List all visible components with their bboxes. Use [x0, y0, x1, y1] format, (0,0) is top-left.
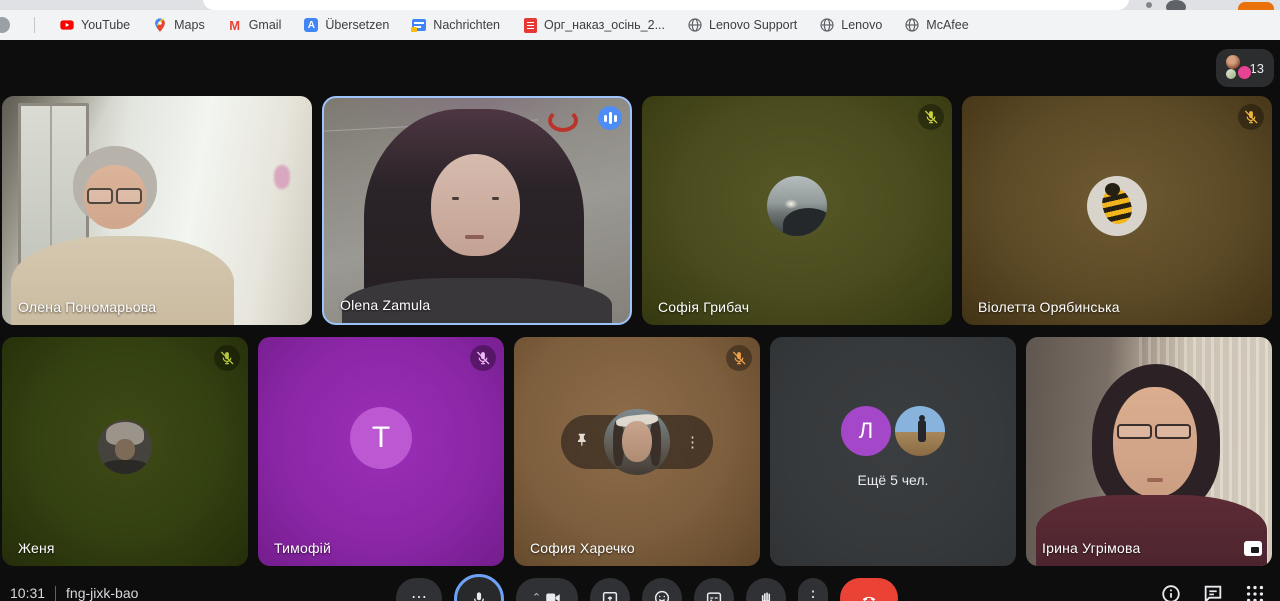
tile-more-options-button[interactable]: ⋮ [685, 435, 700, 450]
participant-name: Olena Zamula [340, 297, 431, 313]
meeting-info: 10:31 fng-jixk-bao [10, 585, 138, 601]
reactions-button[interactable] [642, 578, 682, 601]
browser-toolbar [0, 0, 1280, 16]
globe-icon [904, 17, 920, 33]
participant-figure [431, 154, 520, 256]
bookmark-lenovo-support[interactable]: Lenovo Support [687, 17, 797, 33]
youtube-icon [59, 17, 75, 33]
present-screen-button[interactable] [590, 578, 630, 601]
camera-icon [546, 593, 560, 601]
meeting-code: fng-jixk-bao [66, 585, 139, 601]
participants-badge[interactable]: 13 [1216, 49, 1274, 87]
bookmark-label: Орг_наказ_осінь_2... [544, 18, 665, 32]
captions-button[interactable] [694, 578, 734, 601]
participants-avatar-cluster [1224, 55, 1252, 81]
bookmark-label: McAfee [926, 18, 969, 32]
participant-name: Софія Грибач [658, 299, 750, 315]
bookmark-label: YouTube [81, 18, 131, 32]
participant-name: Женя [18, 540, 55, 556]
participant-name: Тимофій [274, 540, 332, 556]
audio-options-button[interactable]: ⋯ [396, 578, 442, 601]
meet-stage: 13 Олена Пономарьова Olena Zamula Софія … [0, 40, 1280, 601]
mic-muted-icon [214, 345, 240, 371]
bookmark-star-icon[interactable] [1146, 2, 1152, 8]
tile-background [274, 164, 291, 189]
chat-button[interactable] [1202, 583, 1224, 601]
participant-name: Ірина Угрімова [1042, 540, 1141, 556]
overflow-tile-more-participants[interactable]: Л Ещё 5 чел. [770, 337, 1016, 566]
mic-button[interactable] [454, 574, 504, 601]
apps-grid-icon[interactable] [1244, 583, 1266, 601]
raise-hand-button[interactable] [746, 578, 786, 601]
participant-figure [1113, 387, 1197, 498]
bookmark-pdf-document[interactable]: Орг_наказ_осінь_2... [522, 17, 665, 33]
pdf-icon [522, 17, 538, 33]
audio-level-icon [598, 106, 622, 130]
mic-muted-icon [726, 345, 752, 371]
news-icon [411, 17, 427, 33]
avatar [1087, 175, 1147, 236]
video-tile-olena-zamula-speaking[interactable]: Olena Zamula [322, 96, 632, 325]
panel-buttons [1160, 583, 1266, 601]
address-bar[interactable] [203, 0, 1129, 10]
avatar-letter: Л [841, 405, 891, 456]
bookmark-label: Lenovo Support [709, 18, 798, 32]
tile-row-2: Женя Т Тимофій ⋮ София Харечко Л Ещё 5 ч… [2, 337, 1272, 566]
bookmark-maps[interactable]: Maps [152, 17, 205, 33]
maps-icon [152, 17, 168, 33]
bookmark-gmail[interactable]: M Gmail [227, 17, 282, 33]
avatar [604, 409, 670, 476]
participant-name: София Харечко [530, 540, 635, 556]
bookmark-youtube[interactable]: YouTube [59, 17, 130, 33]
globe-icon [819, 17, 835, 33]
more-options-button[interactable]: ⋮ [798, 578, 828, 601]
avatar-letter: Т [350, 406, 412, 469]
bookmark-label: Nachrichten [433, 18, 500, 32]
leave-call-button[interactable] [840, 578, 898, 601]
bookmark-label: Gmail [248, 18, 282, 32]
bookmark-label: Maps [174, 18, 205, 32]
overflow-count-label: Ещё 5 чел. [857, 472, 929, 489]
bookmark-label: Lenovo [841, 18, 883, 32]
participant-figure [1117, 424, 1191, 440]
avatar [767, 175, 827, 236]
gmail-icon: M [229, 17, 241, 33]
bookmark-label: Übersetzen [325, 18, 390, 32]
avatar [895, 405, 945, 456]
cutoff-favicon[interactable] [0, 17, 10, 33]
bookmark-translate[interactable]: A Übersetzen [303, 17, 389, 33]
globe-icon [687, 17, 703, 33]
participant-figure [87, 187, 142, 204]
video-tile-iryna-uhrimova[interactable]: Ірина Угрімова [1026, 337, 1272, 566]
camera-button[interactable]: ⌃ [516, 578, 578, 601]
tile-row-1: Олена Пономарьова Olena Zamula Софія Гри… [2, 96, 1272, 325]
mic-muted-icon [470, 345, 496, 371]
divider [55, 585, 57, 601]
participant-name: Віолетта Орябинська [978, 299, 1120, 315]
bookmarks-separator [34, 17, 35, 33]
chevron-up-icon[interactable]: ⌃ [532, 591, 541, 601]
avatar-tile-sofiia-hrybach[interactable]: Софія Грибач [642, 96, 952, 325]
avatar [98, 419, 152, 474]
pin-tile-button[interactable] [574, 431, 591, 453]
overflow-avatar-cluster: Л [841, 405, 945, 456]
bookmark-news[interactable]: Nachrichten [411, 17, 500, 33]
avatar-tile-violetta-oriabynska[interactable]: Віолетта Орябинська [962, 96, 1272, 325]
translate-icon: A [303, 17, 319, 33]
bookmarks-bar: YouTube Maps M Gmail A Übersetzen Nachri… [0, 10, 1280, 40]
bookmark-lenovo[interactable]: Lenovo [819, 17, 882, 33]
picture-in-picture-icon[interactable] [1244, 541, 1262, 556]
meeting-details-button[interactable] [1160, 583, 1182, 601]
avatar-tile-tymofii[interactable]: Т Тимофій [258, 337, 504, 566]
mic-muted-icon [1238, 104, 1264, 130]
video-tile-olena-ponomarova[interactable]: Олена Пономарьова [2, 96, 312, 325]
avatar-tile-zhenia[interactable]: Женя [2, 337, 248, 566]
participant-name: Олена Пономарьова [18, 299, 157, 315]
bookmark-mcafee[interactable]: McAfee [904, 17, 969, 33]
call-controls: ⋯ ⌃ ⋮ [396, 574, 898, 601]
clock-time: 10:31 [10, 585, 46, 601]
avatar-tile-sofiya-kharechko[interactable]: ⋮ София Харечко [514, 337, 760, 566]
mic-muted-icon [918, 104, 944, 130]
